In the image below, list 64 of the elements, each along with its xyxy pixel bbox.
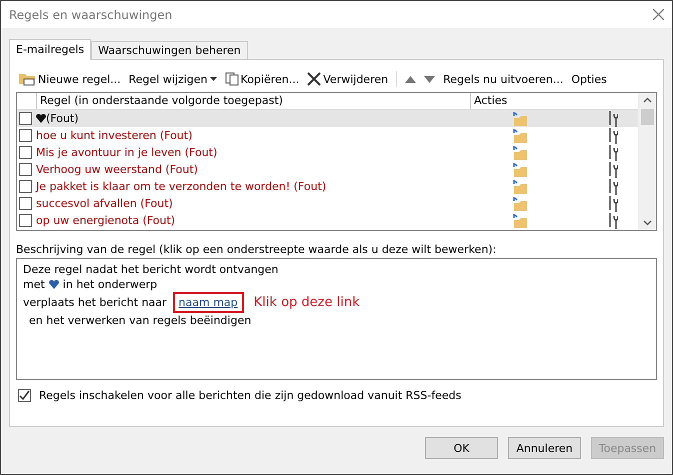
checkbox[interactable] (19, 197, 32, 210)
checkbox-label: Regels inschakelen voor alle berichten die zijn gedownload vanuit RSS-feeds (39, 389, 462, 402)
rule-name: Mis je avontuur in je leven (Fout) (36, 146, 218, 159)
dialog-button[interactable]: OK (425, 437, 498, 459)
window-title: Regels en waarschuwingen (9, 8, 172, 22)
description-text: Deze regel nadat het bericht wordt ontvangen (23, 262, 278, 277)
rule-name: op uw energienota (Fout) (36, 214, 176, 227)
tools-icon (608, 178, 618, 194)
checkbox[interactable] (19, 214, 32, 227)
checkbox[interactable] (19, 180, 32, 193)
tab[interactable]: E-mailregels (9, 39, 92, 60)
copy-button[interactable]: Kopiëren... (224, 72, 300, 86)
folder-icon (512, 112, 528, 126)
folder-icon (512, 162, 528, 176)
tab[interactable]: Waarschuwingen beheren (91, 41, 248, 60)
toolbar-button[interactable]: Opties (571, 72, 607, 86)
tools-icon (608, 144, 618, 160)
rule-name: succesvol afvallen (Fout) (36, 197, 174, 210)
rule-name: hoe u kunt investeren (Fout) (36, 129, 194, 142)
move-down-button[interactable] (424, 76, 436, 82)
rule-name: (Fout) (46, 112, 80, 125)
checkbox[interactable] (19, 112, 32, 125)
change-rule-button[interactable]: Regel wijzigen (128, 72, 217, 86)
tools-icon (608, 110, 618, 126)
checkbox[interactable] (18, 389, 31, 402)
tools-icon (608, 128, 618, 144)
checkbox[interactable] (19, 129, 32, 142)
scroll-thumb[interactable] (641, 109, 654, 125)
column-header: Regel (in onderstaande volgorde toegepast) (36, 93, 470, 109)
folder-icon (512, 146, 528, 160)
folder-icon (512, 196, 528, 210)
folder-icon (512, 128, 528, 142)
folder-icon (512, 214, 528, 228)
scrollbar[interactable] (638, 93, 656, 230)
description-text: verplaats het bericht naar (23, 295, 167, 310)
delete-icon (307, 72, 322, 86)
new-rule-icon (18, 71, 36, 87)
dialog-button[interactable]: Annuleren (508, 437, 581, 459)
move-up-button[interactable] (405, 76, 416, 82)
heart-icon (36, 114, 46, 123)
new-rule-button[interactable]: Nieuwe regel... (18, 71, 121, 87)
folder-icon (512, 180, 528, 194)
annotation-text: Klik op deze link (254, 295, 360, 310)
tools-icon (608, 212, 618, 228)
toolbar-button[interactable]: Regels nu uitvoeren... (443, 72, 564, 86)
heart-icon (48, 280, 59, 289)
description-label: Beschrijving van de regel (klik op een onderstreepte waarde als u deze wilt bewerken): (16, 243, 498, 256)
rule-row[interactable]: (Fout) (17, 110, 638, 127)
description-text: in het onderwerp (62, 277, 158, 292)
folder-link[interactable]: naam map (178, 296, 238, 309)
tools-icon (608, 162, 618, 178)
rule-name: Verhoog uw weerstand (Fout) (36, 163, 199, 176)
scroll-up-icon[interactable] (643, 97, 652, 103)
checkbox[interactable] (19, 146, 32, 159)
description-text: en het verwerken van regels beëindigen (29, 313, 252, 328)
copy-icon (224, 72, 239, 86)
tools-icon (608, 196, 618, 212)
close-icon[interactable] (653, 9, 664, 20)
scroll-down-icon[interactable] (643, 220, 652, 226)
rule-name: Je pakket is klaar om te verzonden te worden! (Fout) (36, 180, 328, 193)
delete-button[interactable]: Verwijderen (307, 72, 388, 86)
checkbox[interactable] (19, 163, 32, 176)
caret-icon (210, 77, 217, 81)
description-text: met (23, 277, 45, 292)
